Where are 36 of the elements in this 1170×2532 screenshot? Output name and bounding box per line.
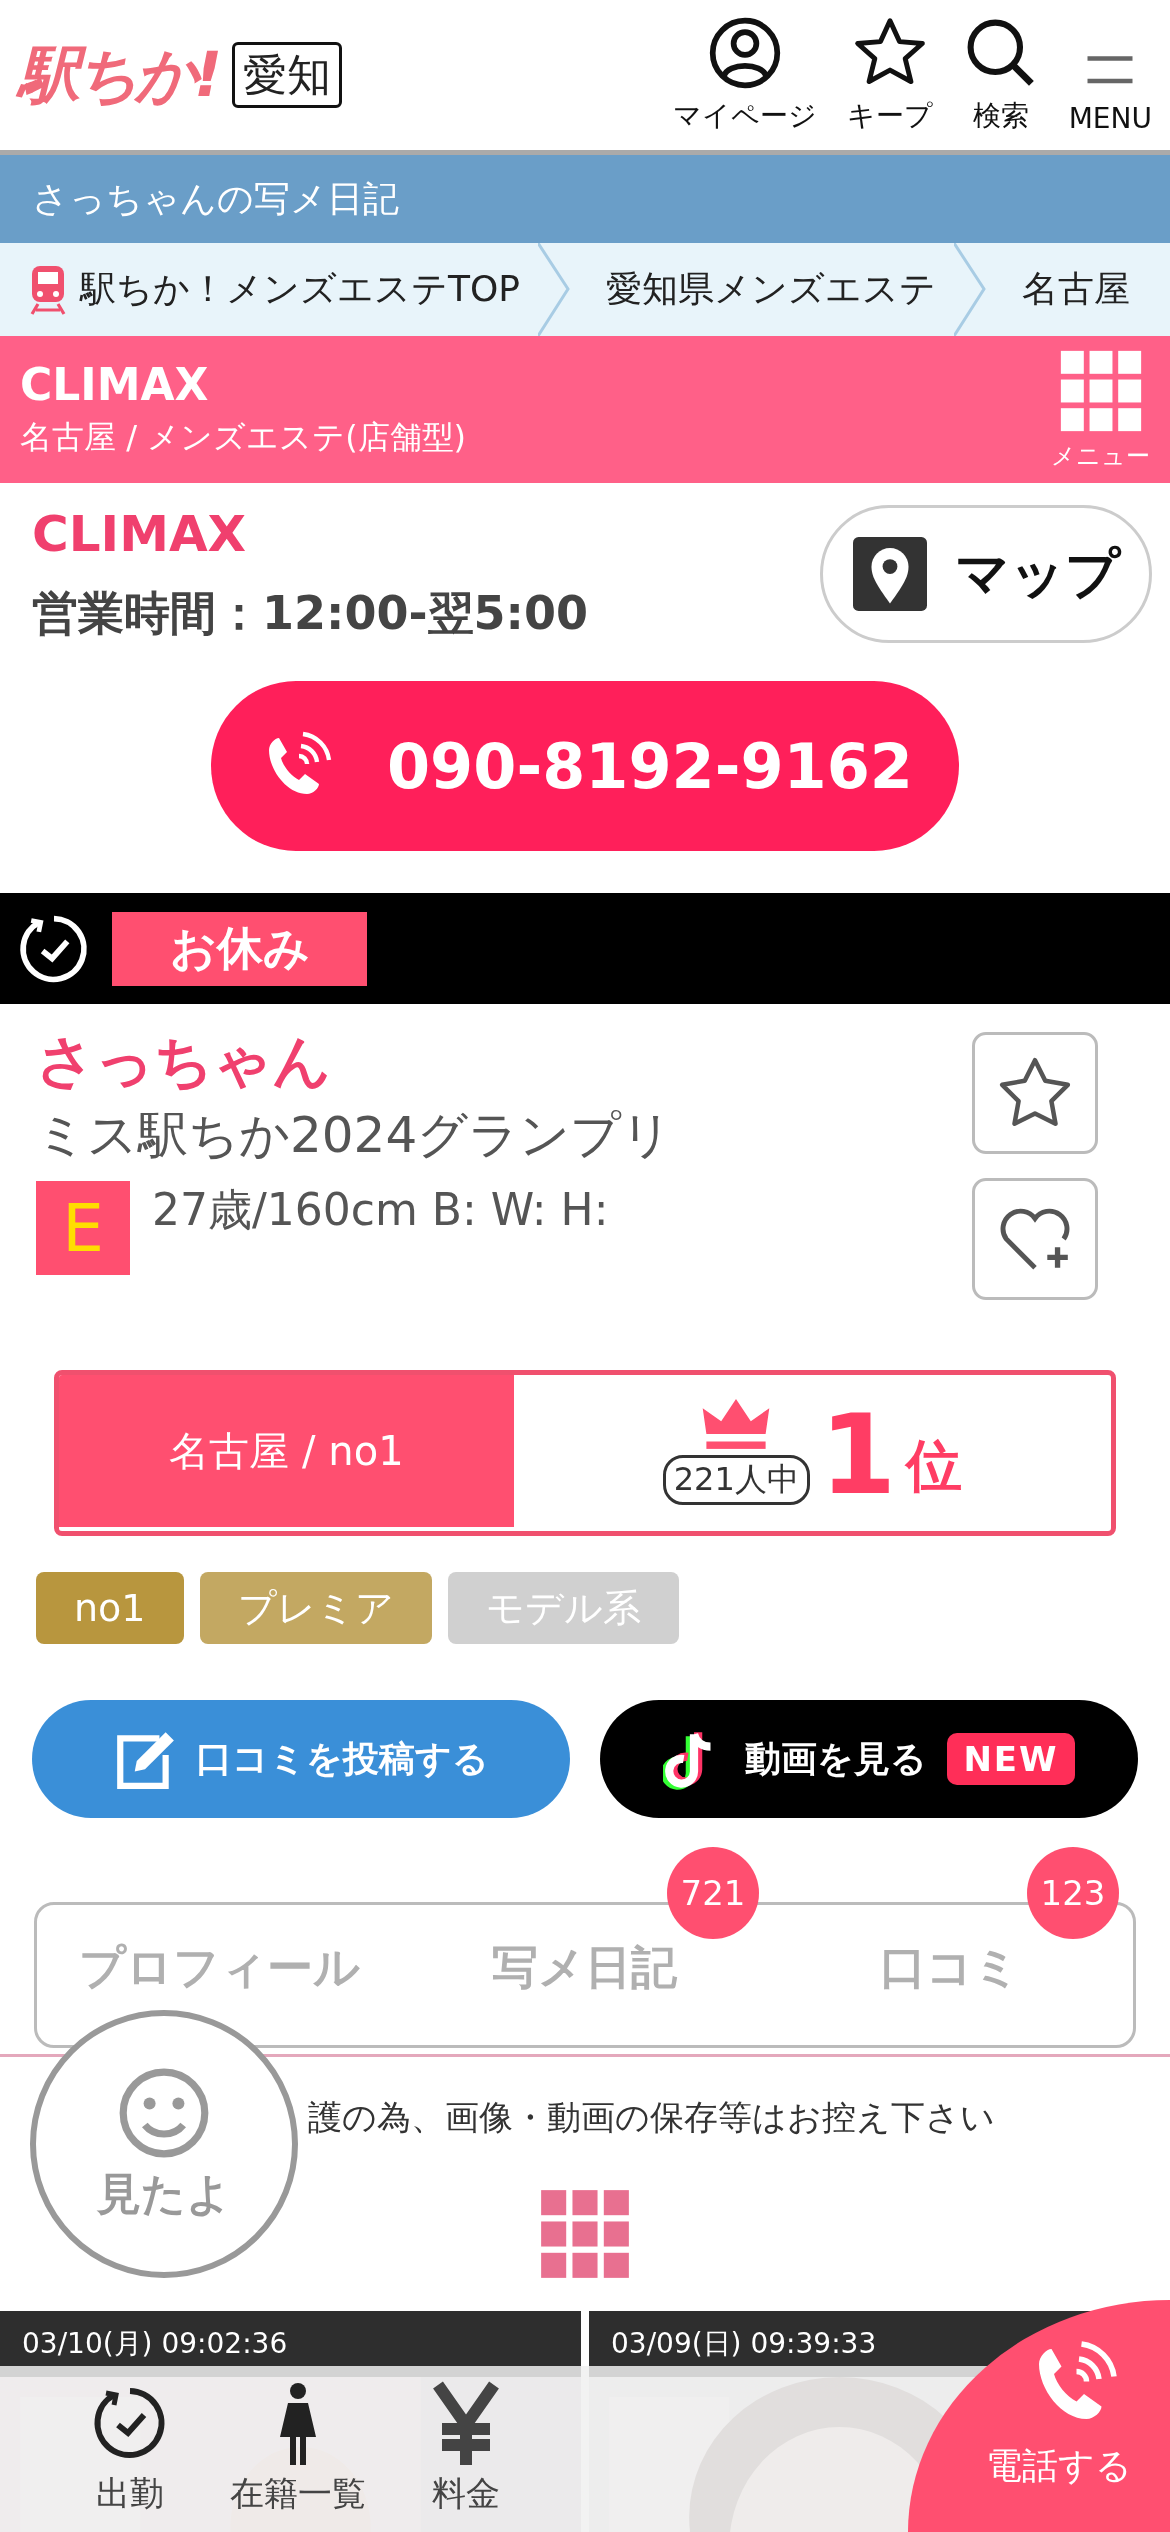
- breadcrumb-link[interactable]: 駅ちか！メンズエステTOP: [0, 263, 539, 316]
- nav-button[interactable]: MENU: [1068, 46, 1152, 135]
- ranking-number: 1: [819, 1406, 897, 1505]
- phone-button[interactable]: 090-8192-9162: [211, 681, 959, 851]
- shop-category: 名古屋 / メンズエステ(店舗型): [20, 417, 467, 458]
- keep-button[interactable]: [972, 1032, 1098, 1154]
- therapist-title: ミス駅ちか2024グランプリ: [36, 1105, 673, 1166]
- breadcrumb-link[interactable]: 愛知県メンズエステ: [578, 265, 955, 314]
- breadcrumb-link[interactable]: 名古屋: [994, 265, 1149, 314]
- ranking-area: 名古屋 / no1: [59, 1375, 514, 1531]
- cup-badge: E: [36, 1181, 130, 1275]
- ranking-total: 221人中: [662, 1455, 810, 1505]
- tag: no1: [36, 1572, 184, 1644]
- notice-text: 護の為、画像・動画の保存等はお控え下さい: [308, 2096, 995, 2139]
- map-button[interactable]: マップ: [820, 505, 1152, 643]
- favorite-button[interactable]: [972, 1178, 1098, 1300]
- video-button[interactable]: 動画を見る NEW: [600, 1700, 1138, 1818]
- map-pin-icon: [852, 537, 927, 611]
- status-badge: お休み: [112, 911, 367, 986]
- tag: プレミア: [199, 1572, 432, 1644]
- new-badge: NEW: [947, 1733, 1075, 1785]
- therapist-name: さっちゃん: [36, 1032, 332, 1090]
- grid-view-icon: [538, 2187, 632, 2281]
- nav-button[interactable]: マイページ: [672, 15, 817, 135]
- region-label: 愛知: [232, 42, 343, 108]
- shop-name: CLIMAX: [20, 359, 210, 410]
- therapist-specs: 27歳/160cm B: W: H:: [152, 1183, 609, 1237]
- train-icon: [28, 263, 68, 316]
- count-badge: 123: [1027, 1847, 1119, 1939]
- nav-button[interactable]: 検索: [962, 15, 1039, 135]
- page-title: さっちゃんの写メ日記: [0, 155, 1170, 243]
- count-badge: 721: [667, 1847, 759, 1939]
- nav-button[interactable]: キープ: [846, 15, 933, 135]
- shop-name: CLIMAX: [32, 505, 248, 563]
- ranking-unit: 位: [906, 1432, 963, 1500]
- business-hours: 営業時間：12:00-翌5:00: [32, 585, 588, 642]
